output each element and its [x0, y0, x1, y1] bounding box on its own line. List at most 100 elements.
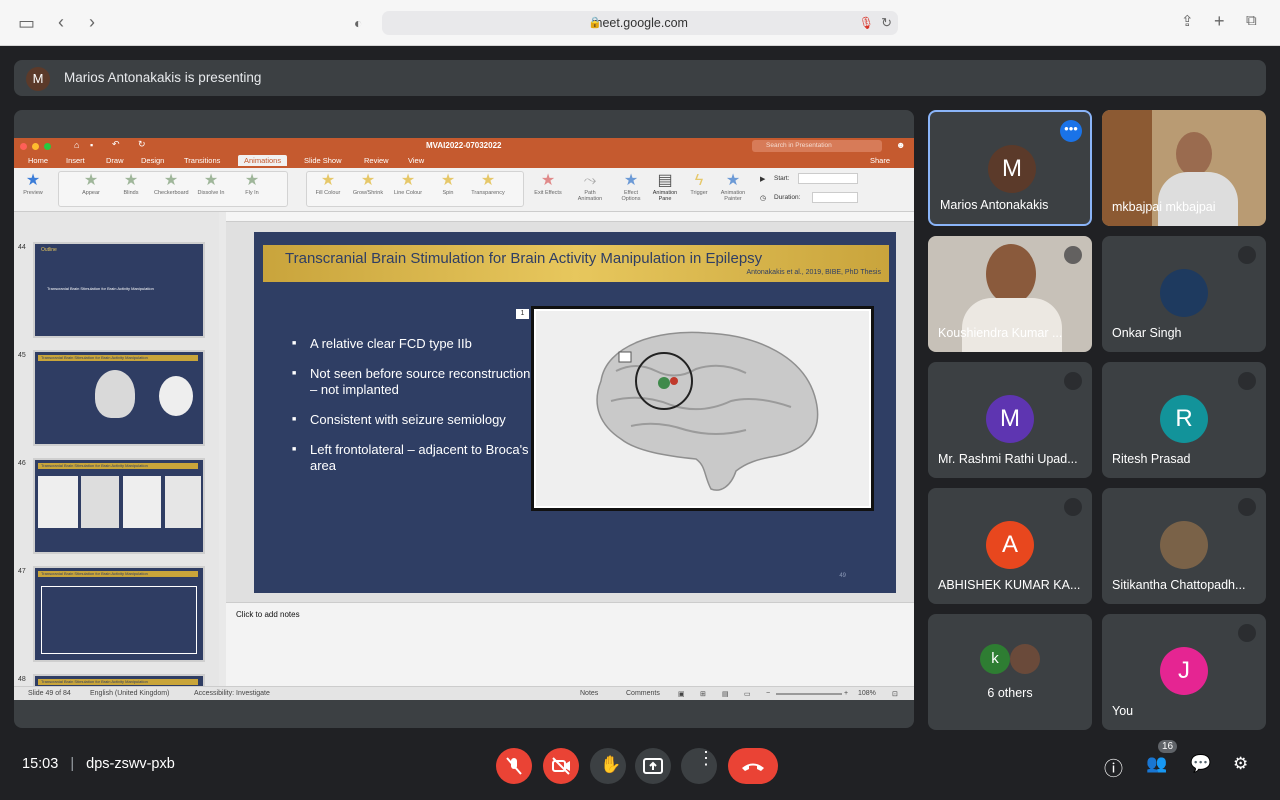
tab-transitions[interactable]: Transitions: [184, 156, 220, 165]
participant-tile[interactable]: M Mr. Rashmi Rathi Upad...: [928, 362, 1092, 478]
effect-transparency[interactable]: ★ Transparency: [471, 172, 505, 196]
animation-painter-button[interactable]: ★ Animation Painter: [716, 172, 750, 202]
tab-draw[interactable]: Draw: [106, 156, 124, 165]
bullet-item: Not seen before source reconstruction – …: [292, 366, 532, 398]
slide-thumbnail-44[interactable]: Outline Transcranial Brain Stimulation f…: [33, 242, 205, 338]
shield-icon[interactable]: ◐: [354, 14, 362, 32]
tab-insert[interactable]: Insert: [66, 156, 85, 165]
notes-pane[interactable]: Click to add notes: [226, 602, 914, 686]
mic-active-icon[interactable]: 🎙: [859, 11, 874, 35]
undo-icon[interactable]: ↶: [112, 139, 120, 150]
reading-view-icon[interactable]: ▤: [722, 690, 729, 698]
effect-dissolve-in[interactable]: ★ Dissolve In: [194, 172, 228, 196]
trigger-button[interactable]: ϟ Trigger: [682, 172, 716, 196]
ppt-search[interactable]: Search in Presentation: [752, 140, 882, 152]
raise-hand-button[interactable]: ✋: [590, 748, 626, 784]
participant-tile[interactable]: Onkar Singh: [1102, 236, 1266, 352]
tab-home[interactable]: Home: [28, 156, 48, 165]
slide-thumbnail-45[interactable]: Transcranial Brain Stimulation for Brain…: [33, 350, 205, 446]
current-slide[interactable]: Transcranial Brain Stimulation for Brain…: [254, 232, 896, 593]
camera-toggle-button[interactable]: [543, 748, 579, 784]
duration-field[interactable]: [812, 192, 858, 203]
slide-thumbnail-48[interactable]: Transcranial Brain Stimulation for Brain…: [33, 674, 205, 686]
ppt-titlebar: ⌂ ▪ ↶ ↻ MVAI2022-07032022 Search in Pres…: [14, 138, 914, 155]
head-image: [159, 376, 193, 416]
participant-tile[interactable]: M ••• Marios Antonakakis: [928, 110, 1092, 226]
new-tab-icon[interactable]: +: [1214, 12, 1225, 30]
participant-tile[interactable]: mkbajpai mkbajpai: [1102, 110, 1266, 226]
tab-review[interactable]: Review: [364, 156, 389, 165]
effect-grow-shrink[interactable]: ★ Grow/Shrink: [351, 172, 385, 196]
close-window-icon[interactable]: [20, 143, 27, 150]
participant-tile[interactable]: Koushiendra Kumar ...: [928, 236, 1092, 352]
participant-tile-others[interactable]: k 6 others: [928, 614, 1092, 730]
exit-effects-button[interactable]: ★ Exit Effects: [531, 172, 565, 196]
more-options-icon[interactable]: •••: [1060, 120, 1082, 142]
zoom-level[interactable]: 108%: [858, 690, 876, 697]
effect-blinds[interactable]: ★ Blinds: [114, 172, 148, 196]
sidebar-icon[interactable]: ▭: [18, 14, 35, 32]
tab-view[interactable]: View: [408, 156, 424, 165]
preview-button[interactable]: ★ Preview: [16, 172, 50, 196]
share-button[interactable]: Share: [870, 156, 890, 165]
slide-thumbnails-panel[interactable]: 44 Outline Transcranial Brain Stimulatio…: [14, 212, 219, 686]
url-bar[interactable]: 🔒 meet.google.com 🎙 ↻: [382, 11, 898, 35]
account-icon[interactable]: ☻: [896, 140, 905, 150]
start-select[interactable]: [798, 173, 858, 184]
language[interactable]: English (United Kingdom): [90, 690, 169, 697]
effect-spin[interactable]: ★ Spin: [431, 172, 465, 196]
tabs-overview-icon[interactable]: ⧉: [1246, 12, 1257, 30]
accessibility-status[interactable]: Accessibility: Investigate: [194, 690, 270, 697]
animation-order-badge[interactable]: 1: [516, 309, 529, 319]
present-button[interactable]: [635, 748, 671, 784]
slide-thumbnail-46[interactable]: Transcranial Brain Stimulation for Brain…: [33, 458, 205, 554]
participant-tile-self[interactable]: J You: [1102, 614, 1266, 730]
zoom-in-icon[interactable]: +: [844, 690, 848, 697]
effect-label: Appear: [82, 190, 100, 196]
more-options-button[interactable]: ⋮: [681, 748, 717, 784]
zoom-window-icon[interactable]: [44, 143, 51, 150]
share-icon[interactable]: ⇪: [1181, 13, 1194, 31]
mic-toggle-button[interactable]: [496, 748, 532, 784]
participant-tile[interactable]: Sitikantha Chattopadh...: [1102, 488, 1266, 604]
back-icon[interactable]: ‹: [58, 13, 64, 31]
effect-appear[interactable]: ★ Appear: [74, 172, 108, 196]
effect-line-colour[interactable]: ★ Line Colour: [391, 172, 425, 196]
people-icon[interactable]: 👥: [1146, 754, 1170, 778]
save-icon[interactable]: ▪: [90, 140, 93, 150]
path-animation-button[interactable]: ⤳ Path Animation: [573, 172, 607, 202]
tab-slide-show[interactable]: Slide Show: [304, 156, 342, 165]
participant-tile[interactable]: R Ritesh Prasad: [1102, 362, 1266, 478]
minimize-window-icon[interactable]: [32, 143, 39, 150]
chat-icon[interactable]: 💬: [1190, 754, 1214, 778]
forward-icon[interactable]: ›: [89, 13, 95, 31]
leave-call-button[interactable]: [728, 748, 778, 784]
tab-animations[interactable]: Animations: [238, 155, 288, 166]
bullet-item: Consistent with seizure semiology: [292, 412, 532, 428]
comments-toggle[interactable]: Comments: [626, 690, 660, 697]
slideshow-view-icon[interactable]: ▭: [744, 690, 751, 698]
home-icon[interactable]: ⌂: [74, 140, 79, 150]
thumb-figure: [81, 476, 119, 528]
fit-window-icon[interactable]: ⊡: [892, 690, 898, 698]
zoom-slider[interactable]: [776, 693, 842, 695]
notes-toggle[interactable]: Notes: [580, 690, 598, 697]
tab-design[interactable]: Design: [141, 156, 164, 165]
slide-thumbnail-47[interactable]: Transcranial Brain Stimulation for Brain…: [33, 566, 205, 662]
presenting-banner: M Marios Antonakakis is presenting: [14, 60, 1266, 96]
effect-fill-colour[interactable]: ★ Fill Colour: [311, 172, 345, 196]
redo-icon[interactable]: ↻: [138, 139, 146, 150]
animation-pane-button[interactable]: ▤ Animation Pane: [648, 172, 682, 202]
activities-icon[interactable]: ⚙: [1233, 754, 1257, 778]
reload-icon[interactable]: ↻: [881, 11, 892, 35]
effect-fly-in[interactable]: ★ Fly In: [235, 172, 269, 196]
zoom-out-icon[interactable]: −: [766, 690, 770, 697]
sorter-view-icon[interactable]: ⊞: [700, 690, 706, 698]
normal-view-icon[interactable]: ▣: [678, 690, 685, 698]
meeting-info-icon[interactable]: ⓘ: [1104, 754, 1128, 780]
effect-checkerboard[interactable]: ★ Checkerboard: [154, 172, 189, 196]
participant-tile[interactable]: A ABHISHEK KUMAR KA...: [928, 488, 1092, 604]
meeting-time-code: 15:03 | dps-zswv-pxb: [22, 756, 175, 772]
pane-label: Animation Pane: [652, 190, 678, 202]
effect-options-button[interactable]: ★ Effect Options: [614, 172, 648, 202]
